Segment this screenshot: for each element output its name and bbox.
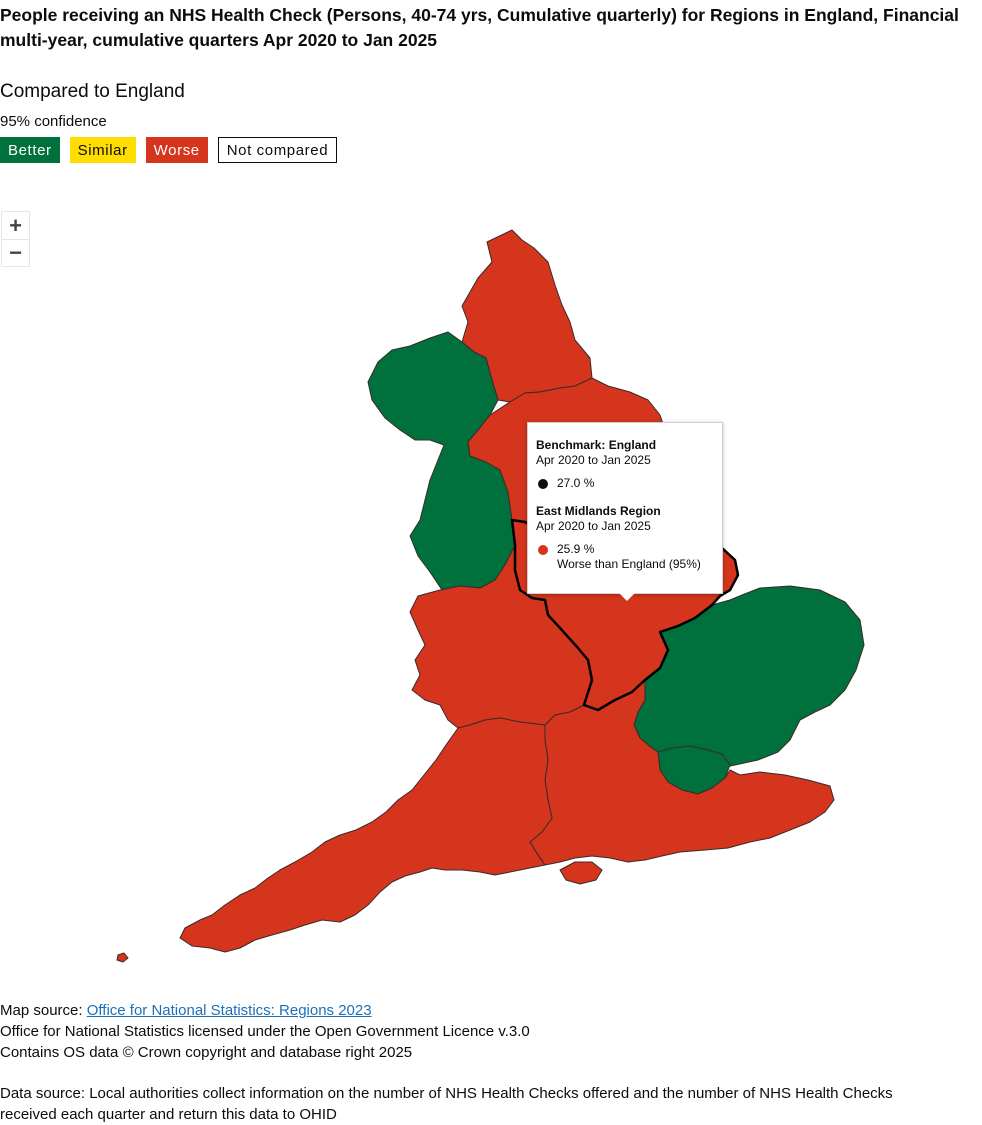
legend-subheading: 95% confidence <box>0 113 107 130</box>
region-isle-of-wight[interactable] <box>559 861 603 885</box>
legend-heading: Compared to England <box>0 81 185 102</box>
region-isles-of-scilly <box>116 952 129 963</box>
map-source-block: Map source: Office for National Statisti… <box>0 1000 530 1063</box>
map-source-link[interactable]: Office for National Statistics: Regions … <box>87 1002 372 1019</box>
licence-text: Office for National Statistics licensed … <box>0 1023 530 1040</box>
map-source-prefix: Map source: <box>0 1002 87 1019</box>
legend-item-not-compared: Not compared <box>217 137 338 163</box>
tooltip-arrow <box>619 593 635 601</box>
tooltip-benchmark-period: Apr 2020 to Jan 2025 <box>536 453 651 467</box>
benchmark-dot-icon <box>538 479 548 489</box>
tooltip-area-value: 25.9 % <box>557 542 595 556</box>
os-data-text: Contains OS data © Crown copyright and d… <box>0 1044 413 1061</box>
area-dot-icon <box>538 545 548 555</box>
legend: Better Similar Worse Not compared <box>0 137 338 163</box>
tooltip-benchmark-value: 27.0 % <box>557 476 595 490</box>
data-source-text: Data source: Local authorities collect i… <box>0 1085 893 1123</box>
legend-item-similar: Similar <box>69 137 136 163</box>
tooltip-area-comparison: Worse than England (95%) <box>557 557 701 571</box>
page-title: People receiving an NHS Health Check (Pe… <box>0 5 959 50</box>
tooltip-area-period: Apr 2020 to Jan 2025 <box>536 519 651 533</box>
region-south-west[interactable] <box>179 717 553 953</box>
tooltip-benchmark-title: Benchmark: England <box>536 438 657 452</box>
legend-item-worse: Worse <box>145 137 208 163</box>
legend-item-better: Better <box>0 137 60 163</box>
tooltip: Benchmark: England Apr 2020 to Jan 2025 … <box>527 422 723 601</box>
england-regions-map <box>116 229 865 963</box>
tooltip-area-title: East Midlands Region <box>536 504 661 518</box>
